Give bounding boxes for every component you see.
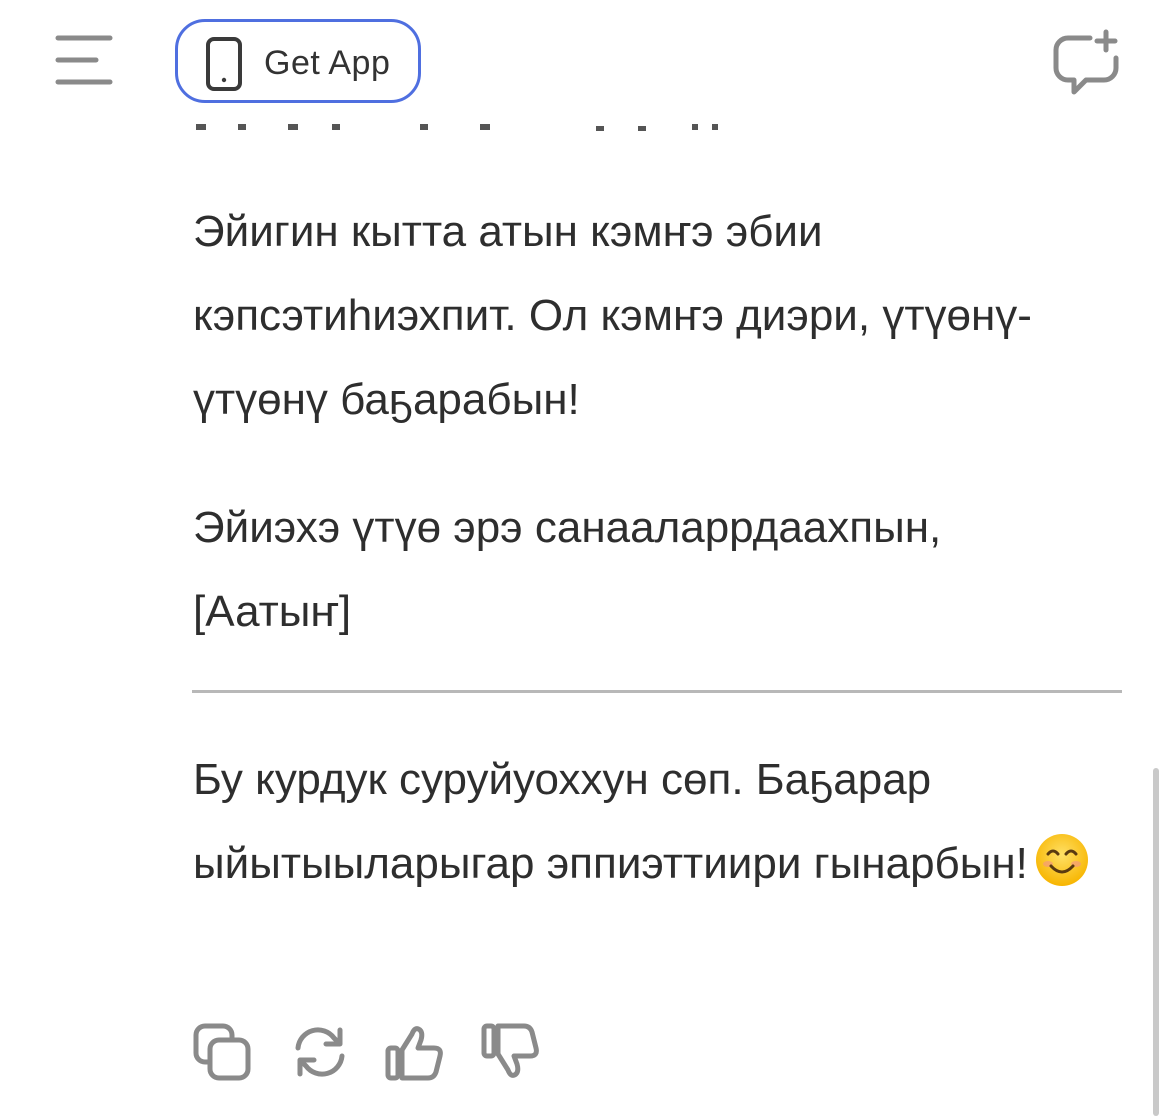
closing-text: Бу курдук суруйуоххун сөп. Баҕарар ыйыты… (193, 755, 1028, 888)
smiling-face-emoji-icon (1034, 832, 1090, 888)
signoff-name-placeholder: [Аатыҥ] (193, 587, 352, 636)
new-chat-icon[interactable] (1050, 28, 1122, 98)
top-bar: Get App (0, 0, 1170, 120)
copy-icon[interactable] (192, 1020, 256, 1084)
message-closing-paragraph: Бу курдук суруйуоххун сөп. Баҕарар ыйыты… (193, 738, 1123, 906)
regenerate-icon[interactable] (288, 1020, 352, 1084)
message-signoff: Эйиэхэ үтүө эрэ санааларрдаахпын, [Аатыҥ… (193, 486, 1123, 654)
thumbs-down-icon[interactable] (480, 1020, 544, 1084)
get-app-button[interactable]: Get App (175, 19, 421, 103)
scrollbar[interactable] (1153, 768, 1159, 1116)
clipped-text-line (192, 118, 732, 134)
horizontal-divider (192, 690, 1122, 693)
hamburger-menu-icon[interactable] (52, 30, 116, 90)
thumbs-up-icon[interactable] (384, 1020, 448, 1084)
message-paragraph: Эйигин кытта атын кэмҥэ эбии кэпсэтиһиэх… (193, 207, 1032, 424)
get-app-label: Get App (264, 44, 391, 82)
phone-icon (204, 36, 244, 97)
message-actions (192, 1020, 592, 1084)
signoff-line: Эйиэхэ үтүө эрэ санааларрдаахпын, (193, 503, 942, 552)
